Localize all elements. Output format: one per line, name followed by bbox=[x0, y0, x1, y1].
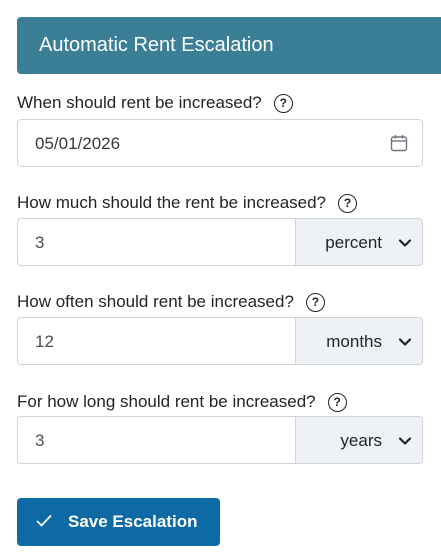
amount-label: How much should the rent be increased? ? bbox=[17, 193, 358, 213]
amount-label-text: How much should the rent be increased? bbox=[17, 193, 327, 212]
amount-help-icon[interactable]: ? bbox=[338, 193, 358, 213]
frequency-input[interactable]: 12 bbox=[17, 317, 295, 365]
save-escalation-label: Save Escalation bbox=[68, 512, 198, 531]
duration-group: 3 years bbox=[17, 416, 423, 464]
duration-label: For how long should rent be increased? ? bbox=[17, 392, 347, 412]
panel-header: Automatic Rent Escalation bbox=[17, 17, 441, 74]
duration-unit-value: years bbox=[340, 431, 382, 450]
start-date-help-icon[interactable]: ? bbox=[273, 93, 293, 113]
duration-unit-select[interactable]: years bbox=[295, 416, 423, 464]
amount-unit-value: percent bbox=[325, 233, 382, 252]
duration-help-icon[interactable]: ? bbox=[327, 392, 347, 412]
check-icon bbox=[36, 515, 52, 527]
chevron-down-icon bbox=[398, 239, 412, 247]
start-date-input[interactable]: 05/01/2026 bbox=[17, 119, 423, 167]
amount-input[interactable]: 3 bbox=[17, 218, 295, 266]
frequency-help-icon[interactable]: ? bbox=[305, 292, 325, 312]
frequency-unit-value: months bbox=[326, 332, 382, 351]
start-date-label-text: When should rent be increased? bbox=[17, 93, 262, 112]
start-date-value: 05/01/2026 bbox=[35, 134, 121, 153]
frequency-value: 12 bbox=[35, 332, 54, 351]
duration-input[interactable]: 3 bbox=[17, 416, 295, 464]
frequency-unit-select[interactable]: months bbox=[295, 317, 423, 365]
amount-unit-select[interactable]: percent bbox=[295, 218, 423, 266]
duration-label-text: For how long should rent be increased? bbox=[17, 392, 316, 411]
chevron-down-icon bbox=[398, 437, 412, 445]
duration-value: 3 bbox=[35, 431, 45, 450]
amount-group: 3 percent bbox=[17, 218, 423, 266]
panel-title: Automatic Rent Escalation bbox=[39, 34, 274, 56]
frequency-group: 12 months bbox=[17, 317, 423, 365]
start-date-label: When should rent be increased? ? bbox=[17, 93, 293, 113]
calendar-icon[interactable] bbox=[390, 134, 408, 152]
chevron-down-icon bbox=[398, 338, 412, 346]
frequency-label-text: How often should rent be increased? bbox=[17, 292, 294, 311]
amount-value: 3 bbox=[35, 233, 45, 252]
save-escalation-button[interactable]: Save Escalation bbox=[17, 498, 220, 546]
frequency-label: How often should rent be increased? ? bbox=[17, 292, 325, 312]
